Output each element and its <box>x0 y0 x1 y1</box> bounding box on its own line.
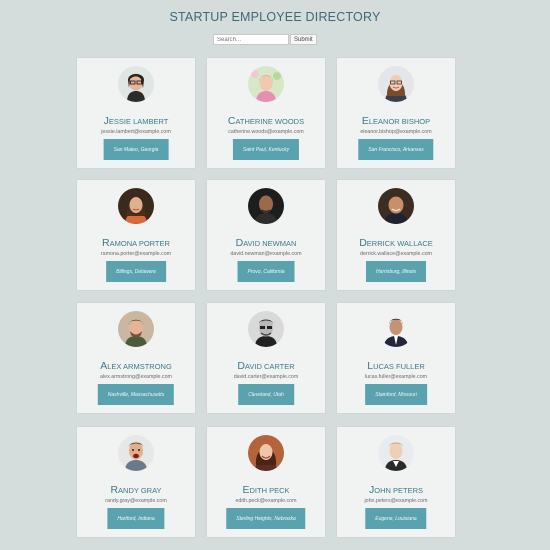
employee-card[interactable]: Ramona Porter ramona.porter@example.com … <box>77 180 195 290</box>
employee-name: Eleanor Bishop <box>361 115 431 127</box>
page-title: STARTUP EMPLOYEE DIRECTORY <box>169 10 381 24</box>
avatar <box>248 66 284 102</box>
submit-button[interactable]: Submit <box>290 34 317 45</box>
employee-card[interactable]: John Peters john.peters@example.com Euge… <box>337 427 455 537</box>
avatar <box>248 188 284 224</box>
avatar <box>248 435 284 471</box>
employee-location: Stamford, Missouri <box>365 384 427 405</box>
employee-email: john.peters@example.com <box>364 498 428 504</box>
search-input[interactable] <box>213 34 289 45</box>
avatar <box>378 66 414 102</box>
employee-location: Nashville, Massachusetts <box>97 384 175 405</box>
search-form: Submit <box>213 34 317 45</box>
avatar <box>248 311 284 347</box>
employee-location: Sterling Heights, Nebraska <box>226 508 306 529</box>
employee-location: Saint Paul, Kentucky <box>232 139 300 160</box>
employee-name: Lucas Fuller <box>367 360 425 372</box>
employee-card[interactable]: Alex Armstrong alex.armstrong@example.co… <box>77 303 195 413</box>
employee-email: derrick.wallace@example.com <box>360 251 432 257</box>
employee-name: Catherine Woods <box>227 115 305 127</box>
employee-email: edith.peck@example.com <box>235 498 297 504</box>
avatar <box>378 311 414 347</box>
employee-card[interactable]: Jessie Lambert jessie.lambert@example.co… <box>77 58 195 168</box>
employee-card[interactable]: Randy Gray randy.gray@example.com Hartfo… <box>77 427 195 537</box>
employee-location: Eugene, Louisiana <box>365 508 427 529</box>
employee-email: david.carter@example.com <box>233 374 299 380</box>
employee-email: jessie.lambert@example.com <box>101 129 171 135</box>
avatar <box>118 188 154 224</box>
avatar <box>118 435 154 471</box>
employee-card[interactable]: Catherine Woods catherine.woods@example.… <box>207 58 325 168</box>
employee-location: San Mateo, Georgia <box>103 139 169 160</box>
employee-name: Randy Gray <box>110 484 162 496</box>
employee-name: David Newman <box>235 237 297 249</box>
avatar <box>118 311 154 347</box>
employee-name: Derrick Wallace <box>359 237 433 249</box>
avatar <box>118 66 154 102</box>
employee-name: David Carter <box>237 360 295 372</box>
employee-email: catherine.woods@example.com <box>228 129 304 135</box>
employee-location: Cleveland, Utah <box>238 384 294 405</box>
employee-email: lucas.fuller@example.com <box>364 374 428 380</box>
employee-location: Harrisburg, Illinois <box>365 261 427 282</box>
employee-card[interactable]: Edith Peck edith.peck@example.com Sterli… <box>207 427 325 537</box>
employee-email: randy.gray@example.com <box>105 498 167 504</box>
employee-email: david.newman@example.com <box>230 251 302 257</box>
employee-card[interactable]: Lucas Fuller lucas.fuller@example.com St… <box>337 303 455 413</box>
employee-name: John Peters <box>368 484 423 496</box>
employee-card[interactable]: David Carter david.carter@example.com Cl… <box>207 303 325 413</box>
employee-name: Alex Armstrong <box>100 360 172 372</box>
employee-name: Edith Peck <box>242 484 290 496</box>
employee-location: Provo, California <box>237 261 295 282</box>
employee-email: ramona.porter@example.com <box>100 251 172 257</box>
employee-email: alex.armstrong@example.com <box>100 374 172 380</box>
avatar <box>378 188 414 224</box>
employee-card[interactable]: Eleanor Bishop eleanor.bishop@example.co… <box>337 58 455 168</box>
employee-location: Billings, Delaware <box>106 261 166 282</box>
employee-name: Jessie Lambert <box>103 115 169 127</box>
employee-card[interactable]: Derrick Wallace derrick.wallace@example.… <box>337 180 455 290</box>
employee-name: Ramona Porter <box>102 237 170 249</box>
employee-email: eleanor.bishop@example.com <box>360 129 432 135</box>
avatar <box>378 435 414 471</box>
employee-location: San Francisco, Arkansas <box>358 139 434 160</box>
employee-card[interactable]: David Newman david.newman@example.com Pr… <box>207 180 325 290</box>
employee-location: Hartford, Indiana <box>107 508 165 529</box>
